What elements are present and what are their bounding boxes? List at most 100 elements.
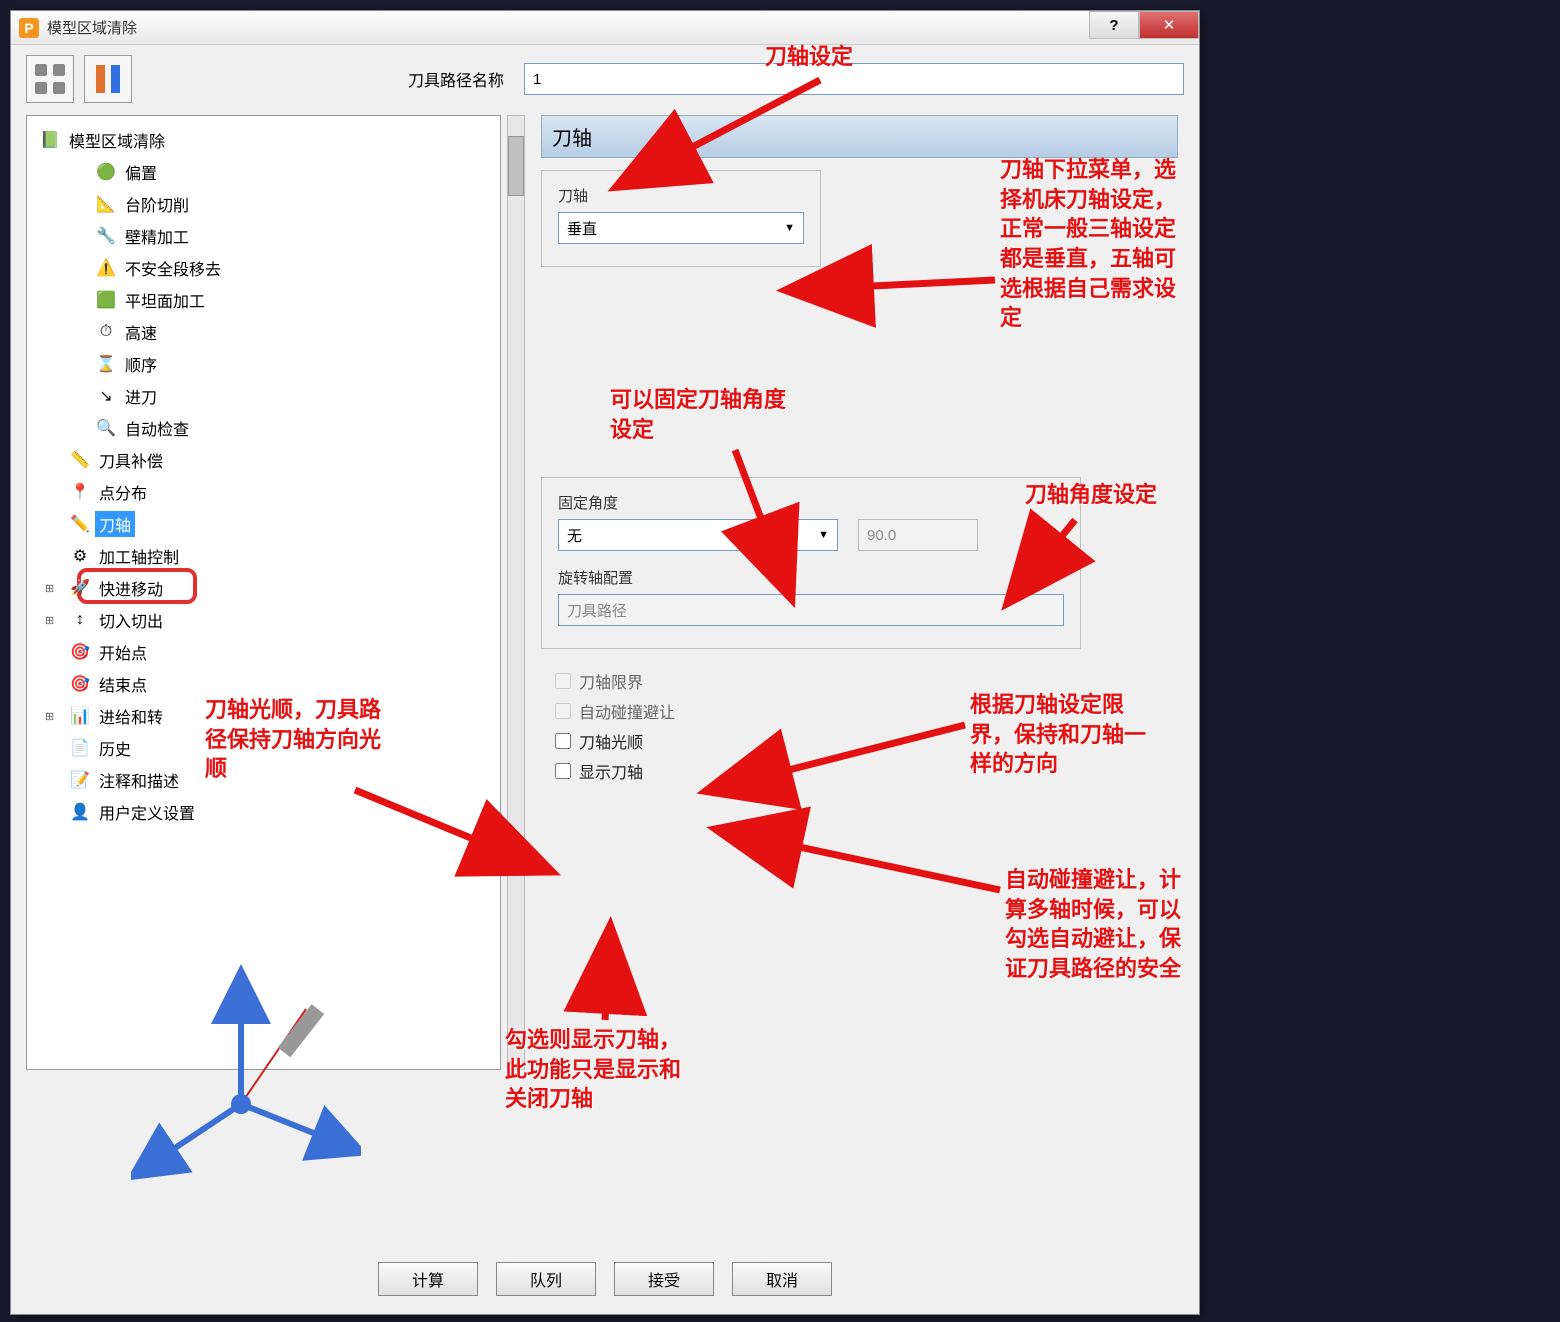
tree-item[interactable]: 🔍自动检查 bbox=[65, 412, 496, 444]
fixed-angle-label: 固定角度 bbox=[558, 492, 1064, 513]
tree-item-icon: 🔧 bbox=[95, 226, 117, 246]
tree-item-icon: 🟢 bbox=[95, 162, 117, 182]
tree-item[interactable]: ✏️刀轴 bbox=[65, 508, 496, 540]
axis-group: 刀轴 垂直 ▼ bbox=[541, 170, 821, 267]
tree-item-label: 不安全段移去 bbox=[121, 255, 225, 281]
chk-axis-limit-label: 刀轴限界 bbox=[579, 669, 643, 693]
chk-show-axis-label: 显示刀轴 bbox=[579, 759, 643, 783]
tree-root-label: 模型区域清除 bbox=[65, 127, 169, 153]
tree-item[interactable]: ⚠️不安全段移去 bbox=[65, 252, 496, 284]
tree-item[interactable]: ⏱高速 bbox=[65, 316, 496, 348]
app-icon: P bbox=[19, 18, 39, 38]
dialog-body: 刀具路径名称 📗 模型区域清除 🟢偏置📐台阶切削🔧壁精加工⚠️不安全段移去🟩平坦… bbox=[11, 45, 1199, 1314]
tree-item-label: 偏置 bbox=[121, 159, 161, 185]
tree-item[interactable]: 📍点分布 bbox=[65, 476, 496, 508]
chk-smooth-box[interactable] bbox=[555, 733, 571, 749]
chevron-down-icon: ▼ bbox=[818, 529, 829, 541]
angle-value-input bbox=[858, 519, 978, 551]
tree-item[interactable]: 🟩平坦面加工 bbox=[65, 284, 496, 316]
tree-item-icon: 📍 bbox=[69, 482, 91, 502]
tree-item-label: 高速 bbox=[121, 319, 161, 345]
tree-item[interactable]: 🎯结束点 bbox=[65, 668, 496, 700]
tree-root[interactable]: 📗 模型区域清除 bbox=[35, 124, 496, 156]
tree-item[interactable]: 🔧壁精加工 bbox=[65, 220, 496, 252]
chk-axis-limit[interactable]: 刀轴限界 bbox=[555, 669, 1178, 693]
axis-select[interactable]: 垂直 ▼ bbox=[558, 212, 804, 244]
tree-item-label: 开始点 bbox=[95, 639, 151, 665]
axis-select-value: 垂直 bbox=[567, 218, 597, 239]
tree-item-label: 进给和转 bbox=[95, 703, 167, 729]
axis-label: 刀轴 bbox=[558, 185, 804, 206]
fixed-angle-value: 无 bbox=[567, 525, 582, 546]
tree-item-label: 加工轴控制 bbox=[95, 543, 183, 569]
chk-collision-box bbox=[555, 703, 571, 719]
chk-collision[interactable]: 自动碰撞避让 bbox=[555, 699, 1178, 723]
cancel-button[interactable]: 取消 bbox=[732, 1262, 832, 1296]
tree-item-icon: 🚀 bbox=[69, 578, 91, 598]
tree-item[interactable]: 📝注释和描述 bbox=[65, 764, 496, 796]
tree-item-label: 平坦面加工 bbox=[121, 287, 209, 313]
tree-item-label: 结束点 bbox=[95, 671, 151, 697]
tree-item-label: 壁精加工 bbox=[121, 223, 193, 249]
tree-item-icon: ✏️ bbox=[69, 514, 91, 534]
chk-show-axis[interactable]: 显示刀轴 bbox=[555, 759, 1178, 783]
tree-item[interactable]: ⌛顺序 bbox=[65, 348, 496, 380]
tree-item-label: 点分布 bbox=[95, 479, 151, 505]
tree-item-icon: 🔍 bbox=[95, 418, 117, 438]
tree-item-label: 用户定义设置 bbox=[95, 799, 199, 825]
tree-item[interactable]: 🎯开始点 bbox=[65, 636, 496, 668]
tree-item-icon: 🟩 bbox=[95, 290, 117, 310]
help-button[interactable]: ? bbox=[1089, 11, 1139, 39]
rot-config-label: 旋转轴配置 bbox=[558, 567, 1064, 588]
close-button[interactable]: ✕ bbox=[1139, 11, 1199, 39]
tree-panel[interactable]: 📗 模型区域清除 🟢偏置📐台阶切削🔧壁精加工⚠️不安全段移去🟩平坦面加工⏱高速⌛… bbox=[26, 115, 501, 1070]
accept-button[interactable]: 接受 bbox=[614, 1262, 714, 1296]
chk-collision-label: 自动碰撞避让 bbox=[579, 699, 675, 723]
tree-item-icon: ⚙ bbox=[69, 546, 91, 566]
tree-item-label: 切入切出 bbox=[95, 607, 167, 633]
tree-scrollbar[interactable] bbox=[507, 115, 525, 1070]
tree-item-label: 进刀 bbox=[121, 383, 161, 409]
tree-item-label: 快进移动 bbox=[95, 575, 167, 601]
tree-item-icon: 📏 bbox=[69, 450, 91, 470]
tree-item-icon: ↕ bbox=[69, 611, 91, 629]
tree-item[interactable]: 👤用户定义设置 bbox=[65, 796, 496, 828]
toolbar-icon-strategy[interactable] bbox=[26, 55, 74, 103]
tree-item-icon: 📐 bbox=[95, 194, 117, 214]
calc-button[interactable]: 计算 bbox=[378, 1262, 478, 1296]
chk-smooth-label: 刀轴光顺 bbox=[579, 729, 643, 753]
chk-smooth[interactable]: 刀轴光顺 bbox=[555, 729, 1178, 753]
tree-item-icon: 📊 bbox=[69, 706, 91, 726]
section-header: 刀轴 bbox=[541, 115, 1178, 158]
tree-item-icon: ⚠️ bbox=[95, 258, 117, 278]
chk-axis-limit-box bbox=[555, 673, 571, 689]
toolpath-name-label: 刀具路径名称 bbox=[408, 67, 504, 91]
fixed-angle-select[interactable]: 无 ▼ bbox=[558, 519, 838, 551]
tree-item[interactable]: 🚀快进移动 bbox=[65, 572, 496, 604]
tree-item-icon: 📄 bbox=[69, 738, 91, 758]
dialog-window: P 模型区域清除 ? ✕ 刀具路径名称 📗 bbox=[10, 10, 1200, 1315]
tree-item[interactable]: 📄历史 bbox=[65, 732, 496, 764]
rot-config-select: 刀具路径 bbox=[558, 594, 1064, 626]
tree-item-label: 自动检查 bbox=[121, 415, 193, 441]
tree-item[interactable]: ↘进刀 bbox=[65, 380, 496, 412]
titlebar[interactable]: P 模型区域清除 ? ✕ bbox=[11, 11, 1199, 45]
toolpath-name-input[interactable] bbox=[524, 63, 1184, 95]
tree-item[interactable]: ↕切入切出 bbox=[65, 604, 496, 636]
queue-button[interactable]: 队列 bbox=[496, 1262, 596, 1296]
chk-show-axis-box[interactable] bbox=[555, 763, 571, 779]
rot-config-value: 刀具路径 bbox=[567, 600, 627, 621]
toolbar-icon-toolpath[interactable] bbox=[84, 55, 132, 103]
tree-item-label: 注释和描述 bbox=[95, 767, 183, 793]
tree-item-label: 历史 bbox=[95, 735, 135, 761]
tree-item[interactable]: 📏刀具补偿 bbox=[65, 444, 496, 476]
axis-gizmo-icon bbox=[131, 964, 361, 1194]
tree-item[interactable]: 🟢偏置 bbox=[65, 156, 496, 188]
tree-item[interactable]: 📊进给和转 bbox=[65, 700, 496, 732]
tree-item-icon: ⌛ bbox=[95, 354, 117, 374]
tree-item-icon: ⏱ bbox=[95, 323, 117, 341]
content-panel: 刀轴 刀轴 垂直 ▼ 固定角度 无 ▼ bbox=[535, 115, 1184, 1070]
tree-item[interactable]: ⚙加工轴控制 bbox=[65, 540, 496, 572]
tree-item[interactable]: 📐台阶切削 bbox=[65, 188, 496, 220]
tree-item-label: 刀具补偿 bbox=[95, 447, 167, 473]
